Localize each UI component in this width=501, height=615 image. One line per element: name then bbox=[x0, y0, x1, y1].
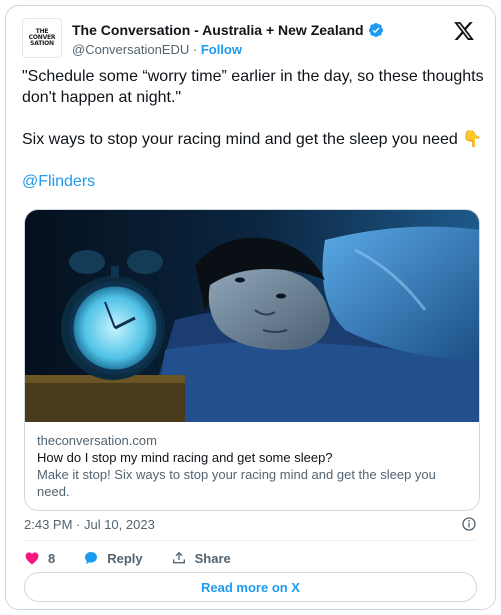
share-button[interactable]: Share bbox=[171, 550, 231, 566]
author-display-name[interactable]: The Conversation - Australia + New Zeala… bbox=[72, 22, 364, 38]
name-row: The Conversation - Australia + New Zeala… bbox=[72, 22, 384, 38]
verified-badge-icon bbox=[368, 23, 383, 37]
link-preview-image bbox=[25, 210, 479, 422]
reply-icon bbox=[85, 552, 98, 564]
tweet-header: THE CONVER SATION The Conversation - Aus… bbox=[22, 18, 481, 62]
reply-label: Reply bbox=[107, 550, 143, 566]
info-icon[interactable] bbox=[461, 516, 477, 532]
link-preview-meta: theconversation.com How do I stop my min… bbox=[37, 432, 467, 500]
tweet-embed-card: THE CONVER SATION The Conversation - Aus… bbox=[5, 5, 496, 610]
like-button[interactable]: 8 bbox=[24, 550, 55, 566]
link-description: Make it stop! Six ways to stop your raci… bbox=[37, 467, 436, 499]
mention-link[interactable]: @Flinders bbox=[22, 173, 95, 190]
share-icon bbox=[172, 551, 185, 564]
avatar[interactable]: THE CONVER SATION bbox=[22, 18, 62, 58]
tweet-timestamp[interactable]: 2:43 PM · Jul 10, 2023 bbox=[24, 517, 155, 532]
reply-button[interactable]: Reply bbox=[83, 550, 143, 566]
tweet-text: "Schedule some “worry time” earlier in t… bbox=[22, 66, 484, 213]
divider bbox=[24, 540, 477, 541]
avatar-line-3: SATION bbox=[30, 40, 54, 47]
heart-icon bbox=[25, 552, 39, 565]
action-bar: 8 Reply Share bbox=[24, 546, 259, 570]
link-preview-card[interactable]: theconversation.com How do I stop my min… bbox=[24, 209, 480, 511]
share-label: Share bbox=[194, 550, 231, 566]
link-title: How do I stop my mind racing and get som… bbox=[37, 450, 333, 465]
handle-separator: · bbox=[189, 42, 201, 57]
link-domain: theconversation.com bbox=[37, 433, 157, 448]
follow-link[interactable]: Follow bbox=[201, 42, 242, 57]
like-count: 8 bbox=[48, 550, 56, 566]
tweet-quote: "Schedule some “worry time” earlier in t… bbox=[22, 68, 484, 106]
handle-row: @ConversationEDU · Follow bbox=[72, 42, 242, 57]
tweet-headline: Six ways to stop your racing mind and ge… bbox=[22, 131, 483, 148]
read-more-button[interactable]: Read more on X bbox=[24, 572, 477, 602]
author-handle[interactable]: @ConversationEDU bbox=[72, 42, 189, 57]
x-logo-icon[interactable] bbox=[453, 20, 475, 42]
